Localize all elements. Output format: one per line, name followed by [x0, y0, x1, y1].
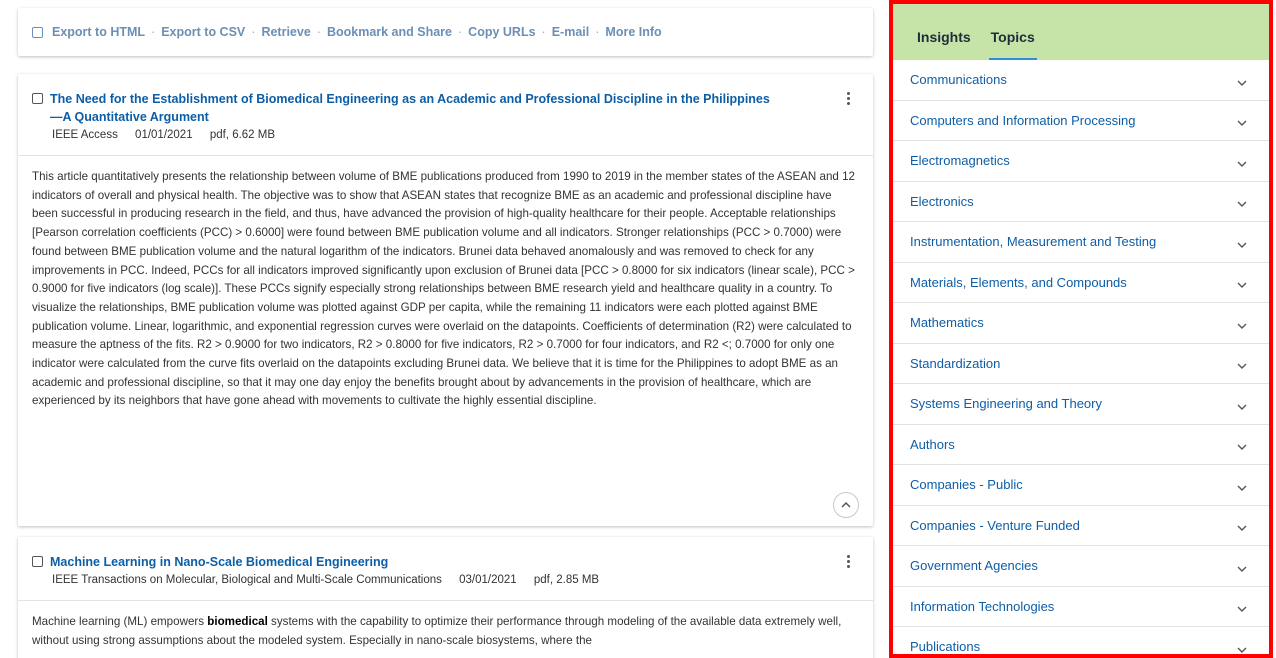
result-card: The Need for the Establishment of Biomed…: [18, 74, 873, 526]
topic-label: Authors: [910, 436, 955, 452]
select-all-checkbox[interactable]: [32, 26, 43, 38]
result-header: Machine Learning in Nano-Scale Biomedica…: [18, 537, 873, 586]
more-info-link[interactable]: More Info: [605, 25, 661, 39]
topic-item[interactable]: Electronics: [893, 182, 1269, 222]
insights-topics-panel: Insights Topics Communications Computers …: [889, 0, 1273, 658]
topic-item[interactable]: Publications: [893, 627, 1269, 655]
topic-item[interactable]: Systems Engineering and Theory: [893, 384, 1269, 425]
topic-label: Instrumentation, Measurement and Testing: [910, 234, 1157, 250]
topic-item[interactable]: Companies - Venture Funded: [893, 506, 1269, 546]
topic-item[interactable]: Electromagnetics: [893, 141, 1269, 182]
results-column: Export to HTML · Export to CSV · Retriev…: [18, 8, 873, 658]
chevron-down-icon: [1237, 485, 1247, 491]
topic-label: Standardization: [910, 355, 1001, 371]
topic-label: Information Technologies: [910, 598, 1055, 614]
result-abstract: Machine learning (ML) empowers biomedica…: [18, 601, 873, 650]
toolbar-separator: ·: [595, 25, 600, 39]
chevron-down-icon: [1237, 606, 1247, 613]
result-meta: IEEE Access 01/01/2021 pdf, 6.62 MB: [32, 129, 833, 141]
result-date: 01/01/2021: [135, 129, 193, 141]
result-card: Machine Learning in Nano-Scale Biomedica…: [18, 537, 873, 658]
topic-item[interactable]: Authors: [893, 425, 1269, 465]
topic-item[interactable]: Computers and Information Processing: [893, 101, 1269, 141]
topic-label: Companies - Public: [910, 477, 1023, 493]
results-toolbar: Export to HTML · Export to CSV · Retriev…: [18, 8, 873, 56]
toolbar-separator: ·: [151, 25, 156, 39]
topic-label: Electronics: [910, 193, 974, 209]
topic-item[interactable]: Companies - Public: [893, 465, 1269, 506]
tab-insights[interactable]: Insights: [917, 29, 971, 60]
more-options-icon[interactable]: [847, 92, 851, 107]
topic-label: Mathematics: [910, 315, 984, 331]
chevron-down-icon: [1237, 201, 1247, 208]
chevron-down-icon: [1237, 242, 1247, 248]
email-link[interactable]: E-mail: [552, 25, 590, 39]
topic-item[interactable]: Standardization: [893, 344, 1269, 384]
toolbar-separator: ·: [541, 25, 546, 39]
topic-label: Computers and Information Processing: [910, 112, 1136, 128]
topic-label: Companies - Venture Funded: [910, 517, 1080, 533]
chevron-down-icon: [1237, 404, 1247, 410]
result-date: 03/01/2021: [459, 574, 517, 586]
topic-item[interactable]: Materials, Elements, and Compounds: [893, 263, 1269, 303]
result-file-info: pdf, 6.62 MB: [209, 129, 276, 141]
chevron-down-icon: [1237, 120, 1247, 127]
toolbar-separator: ·: [251, 25, 256, 39]
abstract-highlight: biomedical: [207, 615, 268, 628]
topic-label: Systems Engineering and Theory: [910, 396, 1102, 412]
chevron-down-icon: [1237, 80, 1247, 86]
bookmark-share-link[interactable]: Bookmark and Share: [327, 25, 452, 39]
topic-item[interactable]: Communications: [893, 60, 1269, 101]
topic-item[interactable]: Mathematics: [893, 303, 1269, 344]
result-checkbox[interactable]: [32, 556, 43, 567]
chevron-down-icon: [1237, 647, 1247, 653]
result-file-info: pdf, 2.85 MB: [533, 574, 600, 586]
chevron-down-icon: [1237, 363, 1247, 370]
chevron-down-icon: [1237, 161, 1247, 167]
more-options-icon[interactable]: [847, 555, 851, 570]
chevron-down-icon: [1237, 444, 1247, 451]
result-header: The Need for the Establishment of Biomed…: [18, 74, 873, 141]
result-journal: IEEE Access: [52, 129, 118, 141]
toolbar-separator: ·: [458, 25, 463, 39]
export-csv-link[interactable]: Export to CSV: [161, 25, 245, 39]
topic-label: Government Agencies: [910, 558, 1038, 574]
tab-topics[interactable]: Topics: [988, 29, 1037, 60]
result-checkbox[interactable]: [32, 93, 43, 104]
topic-list: Communications Computers and Information …: [893, 60, 1269, 655]
result-abstract: This article quantitatively presents the…: [32, 170, 855, 408]
copy-urls-link[interactable]: Copy URLs: [468, 25, 535, 39]
topic-item[interactable]: Instrumentation, Measurement and Testing: [893, 222, 1269, 263]
retrieve-link[interactable]: Retrieve: [261, 25, 310, 39]
chevron-down-icon: [1237, 323, 1247, 329]
collapse-abstract-button[interactable]: [833, 492, 859, 518]
chevron-down-icon: [1237, 566, 1247, 572]
chevron-down-icon: [1237, 282, 1247, 289]
topic-label: Publications: [910, 639, 981, 655]
result-title-link[interactable]: Machine Learning in Nano-Scale Biomedica…: [50, 553, 770, 571]
chevron-down-icon: [1237, 525, 1247, 532]
topic-item[interactable]: Information Technologies: [893, 587, 1269, 627]
result-title-link[interactable]: The Need for the Establishment of Biomed…: [50, 90, 770, 126]
topic-label: Electromagnetics: [910, 153, 1010, 169]
abstract-text: Machine learning (ML) empowers: [32, 615, 208, 628]
topic-label: Communications: [910, 72, 1007, 88]
topic-item[interactable]: Government Agencies: [893, 546, 1269, 587]
chevron-up-icon: [841, 501, 851, 508]
export-html-link[interactable]: Export to HTML: [52, 25, 145, 39]
panel-header: Insights Topics: [893, 4, 1269, 60]
result-journal: IEEE Transactions on Molecular, Biologic…: [52, 574, 442, 586]
result-meta: IEEE Transactions on Molecular, Biologic…: [32, 574, 833, 586]
topic-label: Materials, Elements, and Compounds: [910, 274, 1127, 290]
toolbar-separator: ·: [316, 25, 321, 39]
